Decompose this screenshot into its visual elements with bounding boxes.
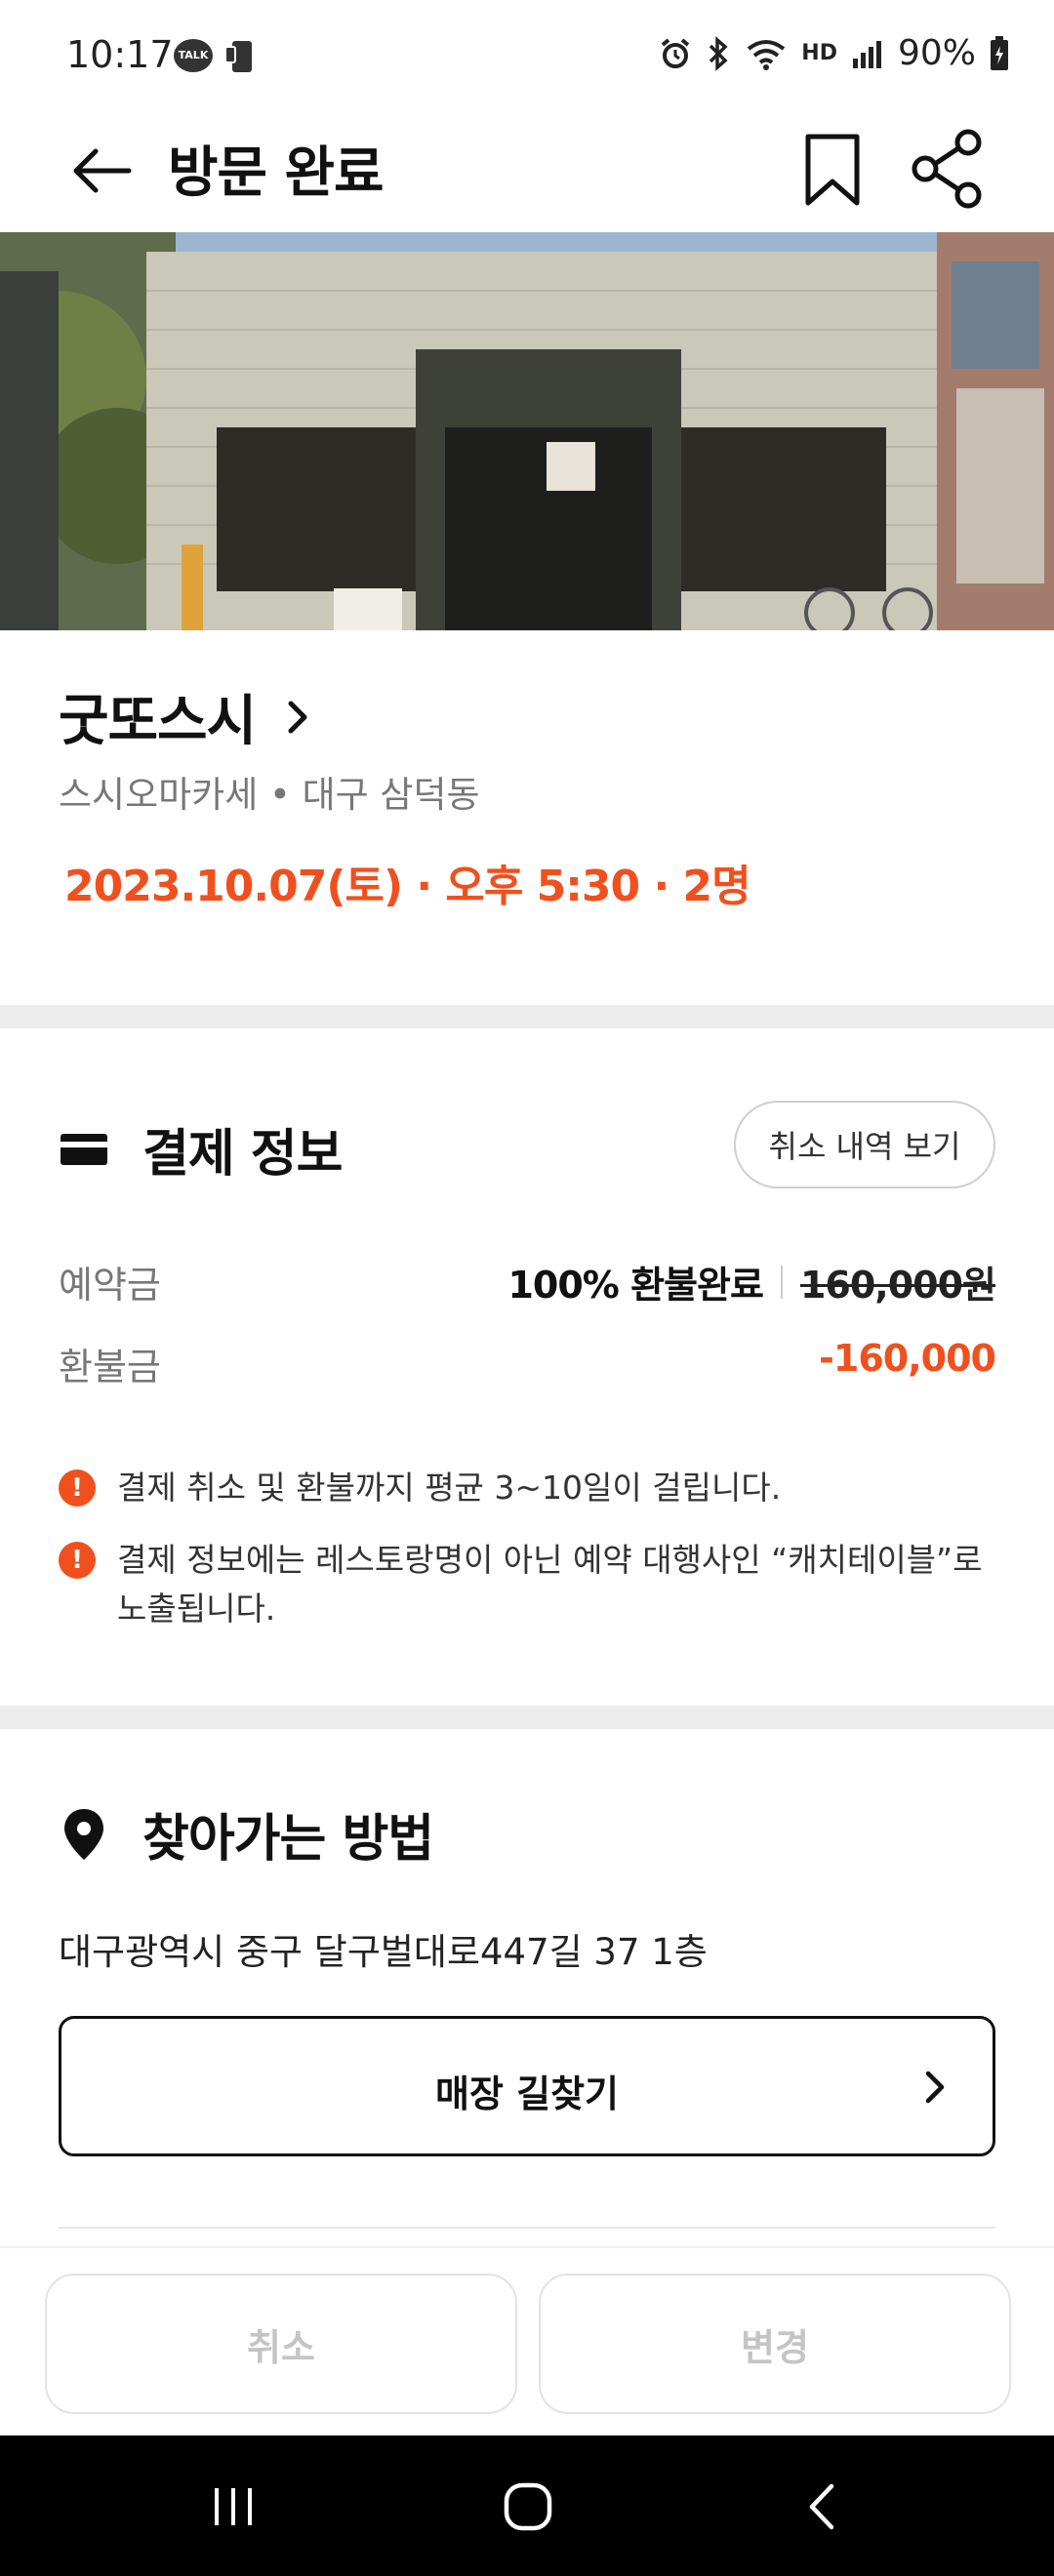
find-route-button[interactable]: 매장 길찾기	[59, 2016, 995, 2156]
directions-section: 찾아가는 방법 대구광역시 중구 달구벌대로447길 37 1층 매장 길찾기	[0, 1727, 1054, 2234]
location-pin-icon	[64, 1808, 103, 1860]
booking-datetime: 2023.10.07(토) · 오후 5:30 · 2명	[64, 862, 751, 911]
payment-notice: ! 결제 정보에는 레스토랑명이 아닌 예약 대행사인 “캐치테이블”로 노출됩…	[59, 1536, 995, 1633]
phone-screen-icon	[224, 41, 252, 72]
info-icon: !	[59, 1469, 96, 1507]
info-icon: !	[59, 1542, 96, 1579]
original-deposit-amount: 160,000원	[799, 1264, 996, 1307]
value-separator	[780, 1265, 783, 1299]
section-divider	[0, 1005, 1054, 1028]
back-nav-icon[interactable]	[802, 2480, 841, 2533]
section-divider	[0, 1706, 1054, 1729]
status-icons: HD 90%	[659, 33, 1009, 73]
directions-header: 찾아가는 방법	[59, 1797, 434, 1871]
store-name-link[interactable]: 굿또스시	[59, 677, 310, 756]
share-icon[interactable]	[908, 125, 986, 213]
store-category-location: 스시오마카세 • 대구 삼덕동	[59, 774, 480, 816]
status-time: 10:17	[66, 33, 174, 76]
page-title: 방문 완료	[168, 141, 385, 205]
notice-text: 결제 정보에는 레스토랑명이 아닌 예약 대행사인 “캐치테이블”로 노출됩니다…	[117, 1541, 983, 1628]
store-name: 굿또스시	[59, 690, 257, 753]
hd-voice-indicator: HD	[801, 40, 837, 65]
chevron-right-icon	[925, 2071, 945, 2104]
recent-apps-icon[interactable]	[209, 2482, 258, 2531]
find-route-label: 매장 길찾기	[434, 2073, 620, 2115]
deposit-value: 100% 환불완료 160,000원	[507, 1255, 996, 1308]
restaurant-photo	[0, 232, 1054, 630]
bookmark-icon[interactable]	[798, 125, 867, 213]
refund-amount: -160,000	[819, 1337, 996, 1380]
status-bar: 10:17 TALK HD 90%	[0, 0, 1054, 107]
cancel-reservation-button[interactable]: 취소	[45, 2274, 517, 2414]
directions-title: 찾아가는 방법	[142, 1810, 434, 1869]
home-icon[interactable]	[502, 2480, 554, 2533]
wifi-icon	[748, 39, 786, 70]
store-info: 굿또스시 스시오마카세 • 대구 삼덕동 2023.10.07(토) · 오후 …	[0, 630, 1054, 1005]
signal-icon	[852, 40, 881, 68]
bottom-action-bar: 취소 변경	[0, 2246, 1054, 2435]
kakaotalk-icon: TALK	[174, 39, 213, 72]
payment-header: 결제 정보	[59, 1112, 343, 1186]
deposit-label: 예약금	[59, 1264, 161, 1307]
system-nav-bar	[0, 2435, 1054, 2576]
refund-value: -160,000	[819, 1337, 996, 1380]
refund-label: 환불금	[59, 1346, 161, 1389]
change-reservation-button[interactable]: 변경	[539, 2274, 1011, 2414]
notice-text: 결제 취소 및 환불까지 평균 3~10일이 걸립니다.	[117, 1469, 782, 1507]
card-icon	[61, 1133, 107, 1165]
payment-title: 결제 정보	[142, 1125, 343, 1184]
chevron-right-icon	[288, 701, 307, 733]
payment-notice: ! 결제 취소 및 환불까지 평균 3~10일이 걸립니다.	[59, 1464, 995, 1512]
refund-status: 100% 환불완료	[507, 1264, 763, 1307]
alarm-icon	[662, 37, 690, 68]
payment-section: 결제 정보 취소 내역 보기 예약금 100% 환불완료 160,000원 환불…	[0, 1028, 1054, 1727]
battery-percent: 90%	[897, 33, 976, 73]
app-bar: 방문 완료	[0, 107, 1054, 234]
back-arrow-icon[interactable]	[68, 137, 137, 205]
store-address: 대구광역시 중구 달구벌대로447길 37 1층	[59, 1931, 708, 1973]
divider-line	[59, 2227, 995, 2229]
bluetooth-icon	[709, 35, 728, 71]
cancel-history-button[interactable]: 취소 내역 보기	[734, 1101, 995, 1188]
battery-charging-icon	[991, 35, 1008, 70]
